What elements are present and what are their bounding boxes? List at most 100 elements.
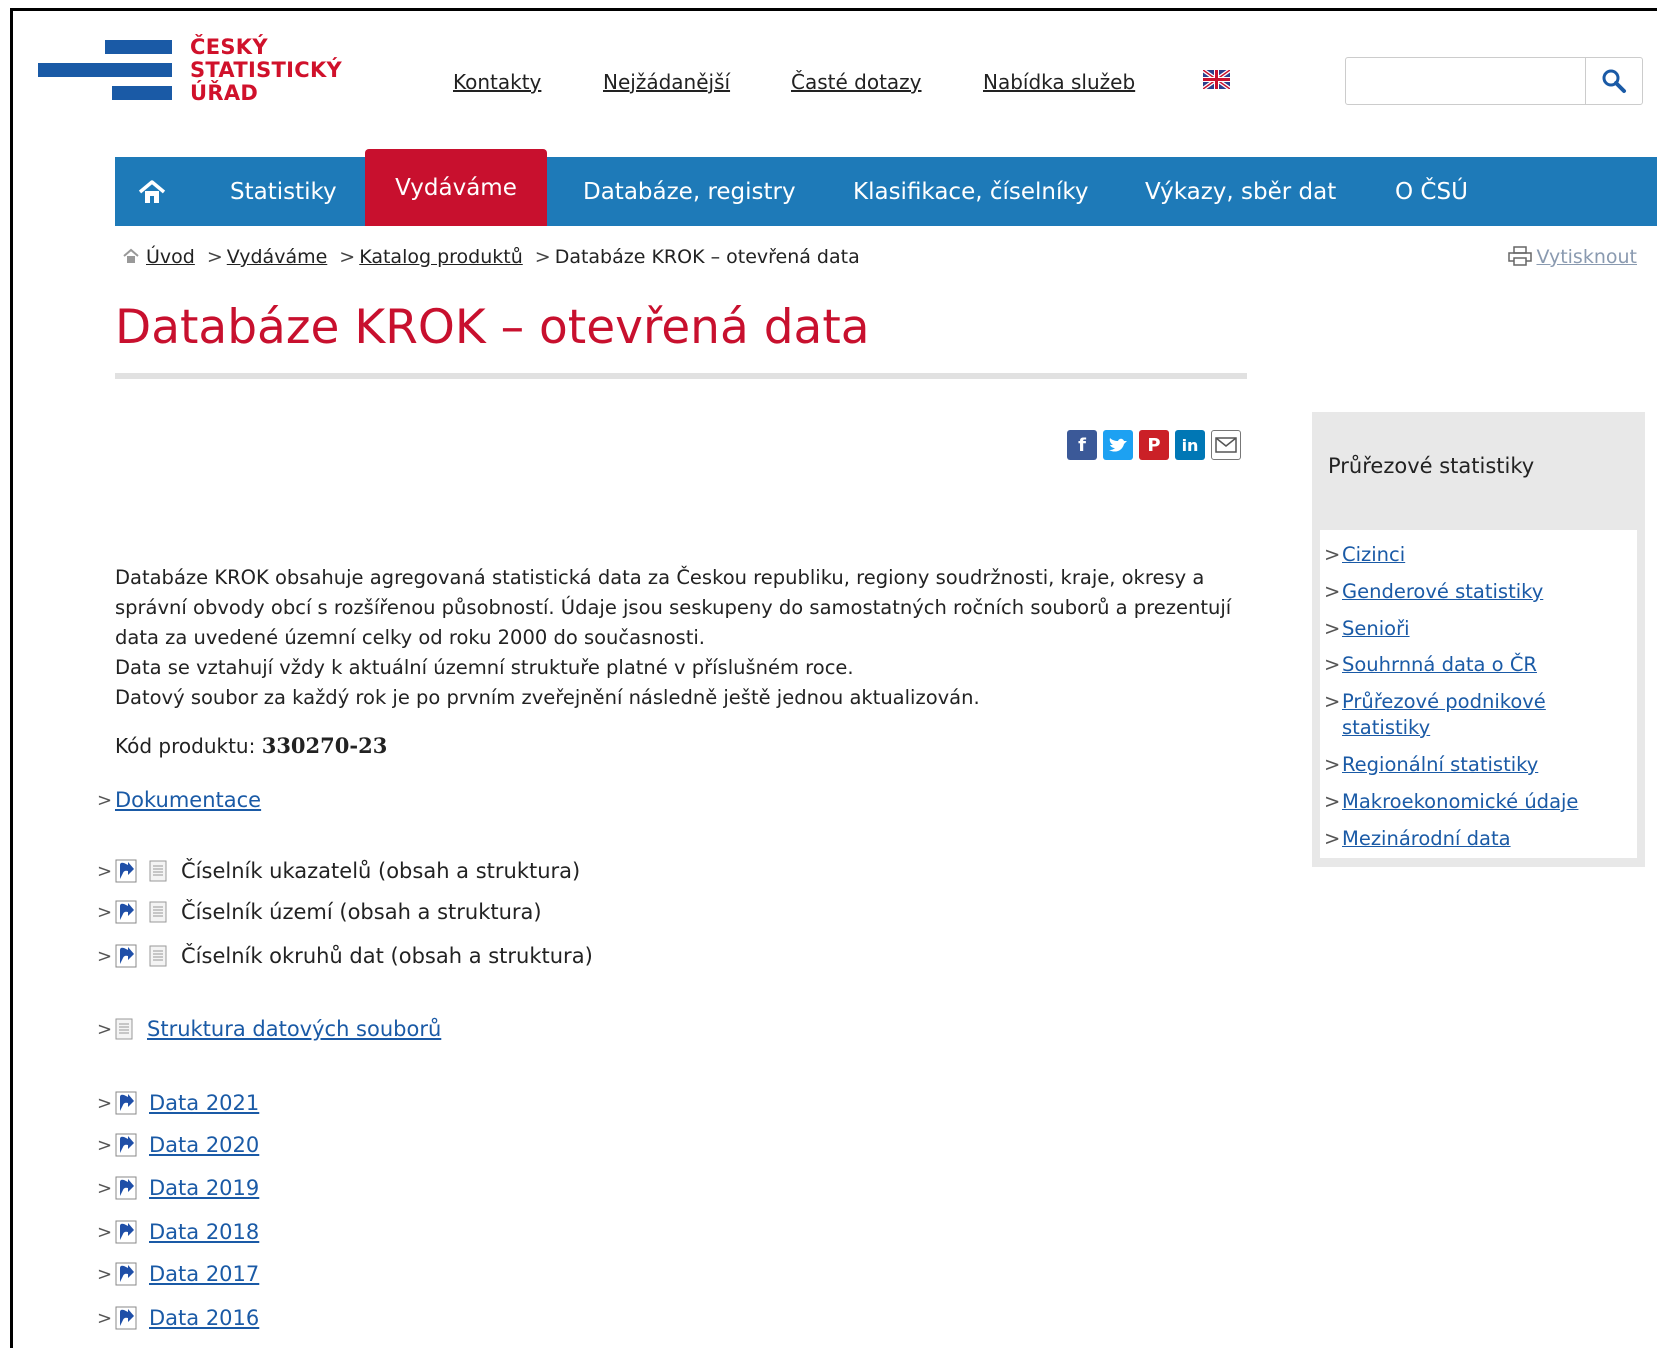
download-icon[interactable]	[115, 1220, 137, 1244]
facebook-icon[interactable]: f	[1067, 430, 1097, 460]
download-icon[interactable]	[115, 900, 137, 924]
download-icon[interactable]	[115, 859, 137, 883]
chevron-right-icon: >	[97, 860, 113, 882]
chevron-right-icon: >	[97, 1018, 113, 1040]
data-row: > Data 2018	[97, 1220, 259, 1244]
codelist-label: Číselník okruhů dat (obsah a struktura)	[181, 944, 593, 968]
data-row: > Data 2017	[97, 1262, 259, 1286]
document-icon	[149, 945, 167, 967]
data-link[interactable]: Data 2019	[149, 1176, 259, 1200]
chevron-right-icon: >	[97, 1307, 113, 1329]
print-link[interactable]: Vytisknout	[1508, 246, 1637, 268]
nav-klasifikace-ciselniky[interactable]: Klasifikace, číselníky	[853, 157, 1089, 226]
link-caste-dotazy[interactable]: Časté dotazy	[791, 70, 922, 94]
download-icon[interactable]	[115, 1176, 137, 1200]
data-link[interactable]: Data 2016	[149, 1306, 259, 1330]
data-link[interactable]: Data 2021	[149, 1091, 259, 1115]
product-code: Kód produktu: 330270-23	[115, 733, 387, 758]
nav-home[interactable]	[137, 157, 167, 226]
share-bar: f P in	[1067, 430, 1241, 460]
data-row: > Data 2019	[97, 1176, 259, 1200]
data-link[interactable]: Data 2018	[149, 1220, 259, 1244]
data-row: > Data 2021	[97, 1091, 259, 1115]
nav-statistiky[interactable]: Statistiky	[230, 157, 337, 226]
search-input[interactable]	[1346, 58, 1586, 104]
structure-link[interactable]: Struktura datových souborů	[147, 1017, 441, 1041]
nav-databaze-registry[interactable]: Databáze, registry	[583, 157, 796, 226]
email-icon[interactable]	[1211, 430, 1241, 460]
description-paragraph-2: Data se vztahují vždy k aktuální územní …	[115, 656, 854, 679]
twitter-icon[interactable]	[1103, 430, 1133, 460]
documentation-row: > Dokumentace	[97, 788, 261, 812]
product-code-value: 330270-23	[261, 733, 388, 758]
breadcrumb: Úvod > Vydáváme > Katalog produktů > Databáze …	[122, 246, 860, 268]
nav-vykazy-sber-dat[interactable]: Výkazy, sběr dat	[1145, 157, 1336, 226]
chevron-right-icon: >	[97, 1134, 113, 1156]
search-button[interactable]	[1585, 58, 1642, 104]
home-icon	[138, 179, 166, 203]
codelist-row: > Číselník ukazatelů (obsah a struktura)	[97, 859, 580, 883]
download-icon[interactable]	[115, 944, 137, 968]
nav-o-csu[interactable]: O ČSÚ	[1395, 157, 1468, 226]
download-icon[interactable]	[115, 1133, 137, 1157]
breadcrumb-current: Databáze KROK – otevřená data	[554, 246, 860, 268]
product-code-label: Kód produktu:	[115, 734, 256, 758]
sidebar-item-mezinarodni[interactable]: > Mezinárodní data	[1324, 826, 1511, 852]
sidebar-item-genderove[interactable]: > Genderové statistiky	[1324, 579, 1543, 605]
english-flag-icon[interactable]	[1203, 70, 1230, 89]
document-icon	[149, 860, 167, 882]
logo-line-2: STATISTICKÝ	[190, 58, 343, 82]
download-icon[interactable]	[115, 1262, 137, 1286]
codelist-label: Číselník území (obsah a struktura)	[181, 900, 542, 924]
documentation-link[interactable]: Dokumentace	[115, 788, 261, 812]
sidebar-item-seniori[interactable]: > Senioři	[1324, 616, 1410, 642]
description-paragraph-3: Datový soubor za každý rok je po prvním …	[115, 686, 980, 709]
chevron-right-icon: >	[97, 1263, 113, 1285]
codelist-label: Číselník ukazatelů (obsah a struktura)	[181, 859, 581, 883]
chevron-right-icon: >	[97, 1177, 113, 1199]
search-box	[1345, 57, 1643, 105]
search-icon	[1602, 69, 1626, 93]
sidebar-title: Průřezové statistiky	[1328, 454, 1535, 478]
chevron-right-icon: >	[97, 1092, 113, 1114]
data-row: > Data 2020	[97, 1133, 259, 1157]
link-nejzadanejsi[interactable]: Nejžádanější	[603, 70, 730, 94]
main-nav: Statistiky Vydáváme Databáze, registry K…	[115, 149, 1657, 226]
title-divider	[115, 373, 1247, 379]
document-icon	[115, 1018, 133, 1040]
sidebar-item-makroekonomicke[interactable]: > Makroekonomické údaje	[1324, 789, 1578, 815]
logo-line-3: ÚŘAD	[190, 81, 259, 105]
codelist-row: > Číselník okruhů dat (obsah a struktura…	[97, 944, 593, 968]
linkedin-icon[interactable]: in	[1175, 430, 1205, 460]
logo-line-1: ČESKÝ	[190, 35, 268, 59]
sidebar-item-podnikove[interactable]: > Průřezové podnikové statistiky	[1324, 689, 1572, 741]
structure-row: > Struktura datových souborů	[97, 1017, 441, 1041]
download-icon[interactable]	[115, 1306, 137, 1330]
link-kontakty[interactable]: Kontakty	[453, 70, 541, 94]
sidebar-item-regionalni[interactable]: > Regionální statistiky	[1324, 752, 1538, 778]
page-title: Databáze KROK – otevřená data	[115, 300, 870, 355]
breadcrumb-vydavame[interactable]: Vydáváme	[227, 246, 328, 268]
home-small-icon	[123, 248, 139, 263]
chevron-right-icon: >	[97, 901, 113, 923]
csu-logo[interactable]: ČESKÝ STATISTICKÝ ÚŘAD	[38, 36, 358, 110]
breadcrumb-katalog[interactable]: Katalog produktů	[359, 246, 523, 268]
breadcrumb-uvod[interactable]: Úvod	[146, 246, 195, 268]
chevron-right-icon: >	[97, 945, 113, 967]
link-nabidka-sluzeb[interactable]: Nabídka služeb	[983, 70, 1135, 94]
chevron-right-icon: >	[97, 1221, 113, 1243]
pinterest-icon[interactable]: P	[1139, 430, 1169, 460]
data-link[interactable]: Data 2017	[149, 1262, 259, 1286]
sidebar-list: > Cizinci > Genderové statistiky > Senioři …	[1320, 530, 1637, 858]
print-label: Vytisknout	[1536, 246, 1637, 268]
download-icon[interactable]	[115, 1091, 137, 1115]
sidebar-item-souhrnna-data[interactable]: > Souhrnná data o ČR	[1324, 652, 1537, 678]
chevron-right-icon: >	[97, 789, 113, 811]
data-row: > Data 2016	[97, 1306, 259, 1330]
description-paragraph-1: Databáze KROK obsahuje agregovaná statis…	[115, 566, 1232, 649]
sidebar: Průřezové statistiky > Cizinci > Genderové…	[1312, 412, 1645, 867]
sidebar-item-cizinci[interactable]: > Cizinci	[1324, 542, 1405, 568]
codelist-row: > Číselník území (obsah a struktura)	[97, 900, 542, 924]
data-link[interactable]: Data 2020	[149, 1133, 259, 1157]
nav-vydavame[interactable]: Vydáváme	[365, 149, 547, 226]
